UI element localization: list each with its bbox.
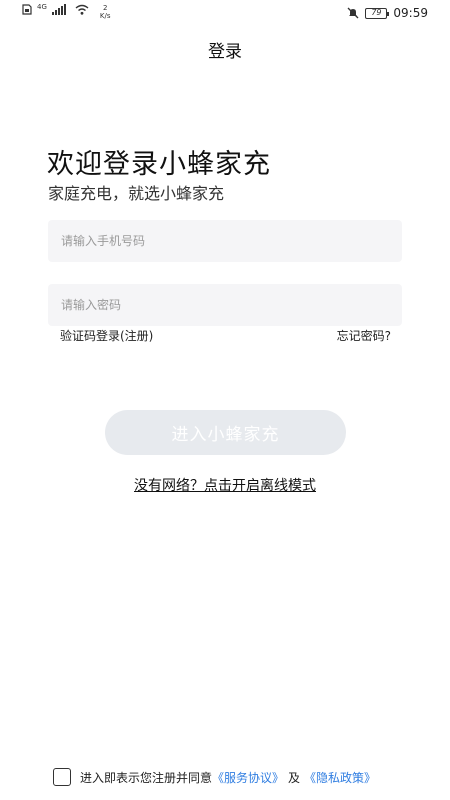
agreement-checkbox[interactable]	[53, 768, 71, 786]
password-input[interactable]	[48, 284, 402, 326]
phone-input[interactable]	[48, 220, 402, 262]
sms-login-link[interactable]: 验证码登录(注册)	[60, 327, 153, 344]
network-speed: 2 K/s	[100, 4, 111, 20]
agreement-and-text: 及	[288, 770, 301, 785]
service-agreement-link[interactable]: 《服务协议》	[212, 769, 284, 786]
page-title: 登录	[208, 42, 242, 62]
sim-card-icon	[22, 4, 32, 15]
signal-icon	[51, 4, 66, 15]
battery-level: 79	[371, 8, 382, 17]
forgot-password-link[interactable]: 忘记密码?	[337, 327, 391, 344]
agreement-row: 进入即表示您注册并同意 《服务协议》 及 《隐私政策》	[53, 768, 376, 786]
status-left: 4G 2 K/s	[22, 4, 111, 20]
login-submit-button[interactable]: 进入小蜂家充	[105, 410, 346, 455]
status-time: 09:59	[393, 6, 428, 20]
welcome-title: 欢迎登录小蜂家充	[47, 149, 271, 180]
status-bar: 4G 2 K/s 79 09:59	[0, 0, 450, 26]
welcome-subtitle: 家庭充电，就选小蜂家充	[48, 184, 225, 203]
offline-mode-link[interactable]: 没有网络？点击开启离线模式	[0, 475, 450, 495]
agreement-text: 进入即表示您注册并同意	[80, 770, 213, 785]
status-right: 79 09:59	[347, 6, 428, 20]
mute-bell-icon	[347, 7, 359, 19]
network-type-label: 4G	[37, 3, 47, 11]
network-speed-value: 2	[102, 4, 108, 12]
wifi-icon	[75, 4, 89, 15]
privacy-policy-link[interactable]: 《隐私政策》	[304, 769, 376, 786]
battery-icon: 79	[365, 7, 390, 19]
network-speed-unit: K/s	[99, 12, 111, 20]
